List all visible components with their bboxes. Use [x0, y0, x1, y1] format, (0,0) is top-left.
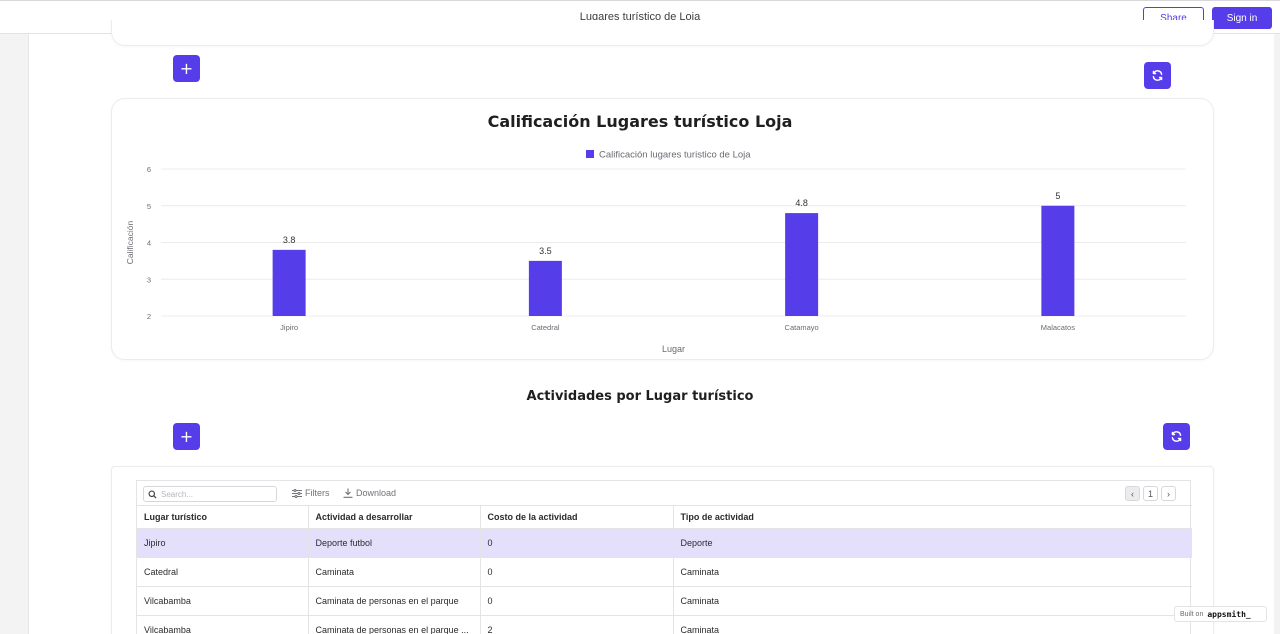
column-header[interactable]: Lugar turístico — [137, 505, 309, 529]
y-tick-label: 4 — [147, 239, 151, 248]
legend-label: Calificación lugares turistico de Loja — [599, 150, 751, 161]
table-toolbar: Search... Filters Download ‹ 1 › — [137, 481, 1190, 506]
table-cell: Caminata de personas en el parque — [308, 586, 481, 616]
refresh-table-button[interactable] — [1163, 423, 1190, 450]
y-tick-label: 3 — [147, 275, 151, 284]
search-placeholder: Search... — [161, 489, 194, 499]
table-cell: Deporte — [673, 528, 1192, 558]
data-label: 3.5 — [539, 246, 552, 256]
table-header-row: Lugar turístico Actividad a desarrollar … — [137, 505, 1192, 529]
x-tick-label: Malacatos — [1041, 323, 1075, 332]
plus-icon: + — [179, 427, 194, 446]
table-cell: 0 — [480, 586, 674, 616]
table-cell: Vilcabamba — [137, 586, 309, 616]
column-header[interactable]: Actividad a desarrollar — [308, 505, 481, 529]
page-number: 1 — [1143, 486, 1158, 501]
y-tick-label: 2 — [147, 312, 151, 321]
data-label: 4.8 — [795, 198, 808, 208]
x-axis-label: Lugar — [662, 344, 685, 354]
plus-icon: + — [179, 59, 194, 78]
table-cell: Caminata — [308, 557, 481, 587]
actividades-table: Search... Filters Download ‹ 1 › Lugar t… — [136, 480, 1192, 634]
bar-chart: Calificación lugares turistico de Loja 2 3… — [125, 150, 1186, 354]
built-on-label: Built on — [1180, 610, 1204, 618]
data-label: 5 — [1055, 191, 1060, 201]
download-icon — [343, 488, 353, 498]
download-button[interactable]: Download — [343, 488, 396, 498]
data-label: 3.8 — [283, 235, 296, 245]
y-tick-label: 5 — [147, 202, 151, 211]
appsmith-logo: appsmith_ — [1207, 609, 1251, 619]
next-page-button[interactable]: › — [1161, 486, 1176, 501]
table-section-title: Actividades por Lugar turístico — [526, 389, 754, 404]
built-on-badge[interactable]: Built on appsmith_ — [1174, 606, 1267, 622]
refresh-chart-button[interactable] — [1144, 62, 1171, 89]
table-row[interactable]: Vilcabamba Caminata de personas en el pa… — [137, 586, 1192, 616]
y-tick-label: 6 — [147, 165, 151, 174]
chevron-left-icon: ‹ — [1131, 488, 1134, 499]
x-tick-label: Jipiro — [280, 323, 298, 332]
download-label: Download — [356, 488, 397, 498]
table-search-input[interactable]: Search... — [143, 486, 277, 502]
table-cell: Jipiro — [137, 528, 309, 558]
filters-label: Filters — [305, 488, 330, 498]
x-tick-label: Catedral — [531, 323, 560, 332]
table-row[interactable]: Catedral Caminata 0 Caminata — [137, 557, 1192, 587]
column-header[interactable]: Costo de la actividad — [480, 505, 674, 529]
chart-title: Calificación Lugares turístico Loja — [487, 112, 793, 131]
table-row[interactable]: Vilcabamba Caminata de personas en el pa… — [137, 615, 1192, 634]
table-cell: Caminata — [673, 586, 1192, 616]
bar — [1041, 205, 1075, 316]
previous-widget-card — [111, 20, 1214, 46]
refresh-icon — [1171, 431, 1182, 442]
y-axis-label: Calificación — [125, 220, 135, 264]
bar — [785, 213, 819, 316]
pagination: ‹ 1 › — [1125, 486, 1176, 501]
bar — [528, 260, 562, 316]
column-header[interactable]: Tipo de actividad — [673, 505, 1192, 529]
data-table: Lugar turístico Actividad a desarrollar … — [137, 505, 1192, 634]
table-cell: 0 — [480, 557, 674, 587]
prev-page-button[interactable]: ‹ — [1125, 486, 1140, 501]
add-actividad-button[interactable]: + — [173, 423, 200, 450]
table-cell: Catedral — [137, 557, 309, 587]
legend-swatch — [586, 150, 594, 158]
chevron-right-icon: › — [1167, 488, 1170, 499]
refresh-icon — [1152, 70, 1163, 81]
table-cell: Caminata de personas en el parque ... — [308, 615, 481, 634]
signin-button[interactable]: Sign in — [1212, 7, 1272, 29]
x-tick-label: Catamayo — [785, 323, 819, 332]
add-lugar-button[interactable]: + — [173, 55, 200, 82]
table-cell: Caminata — [673, 557, 1192, 587]
table-cell: Caminata — [673, 615, 1192, 634]
table-cell: Vilcabamba — [137, 615, 309, 634]
bar — [272, 249, 306, 316]
table-cell: 2 — [480, 615, 674, 634]
filter-icon — [292, 488, 302, 498]
table-row[interactable]: Jipiro Deporte futbol 0 Deporte — [137, 528, 1192, 558]
table-cell: Deporte futbol — [308, 528, 481, 558]
search-icon — [148, 489, 157, 499]
table-cell: 0 — [480, 528, 674, 558]
filters-button[interactable]: Filters — [292, 488, 330, 498]
